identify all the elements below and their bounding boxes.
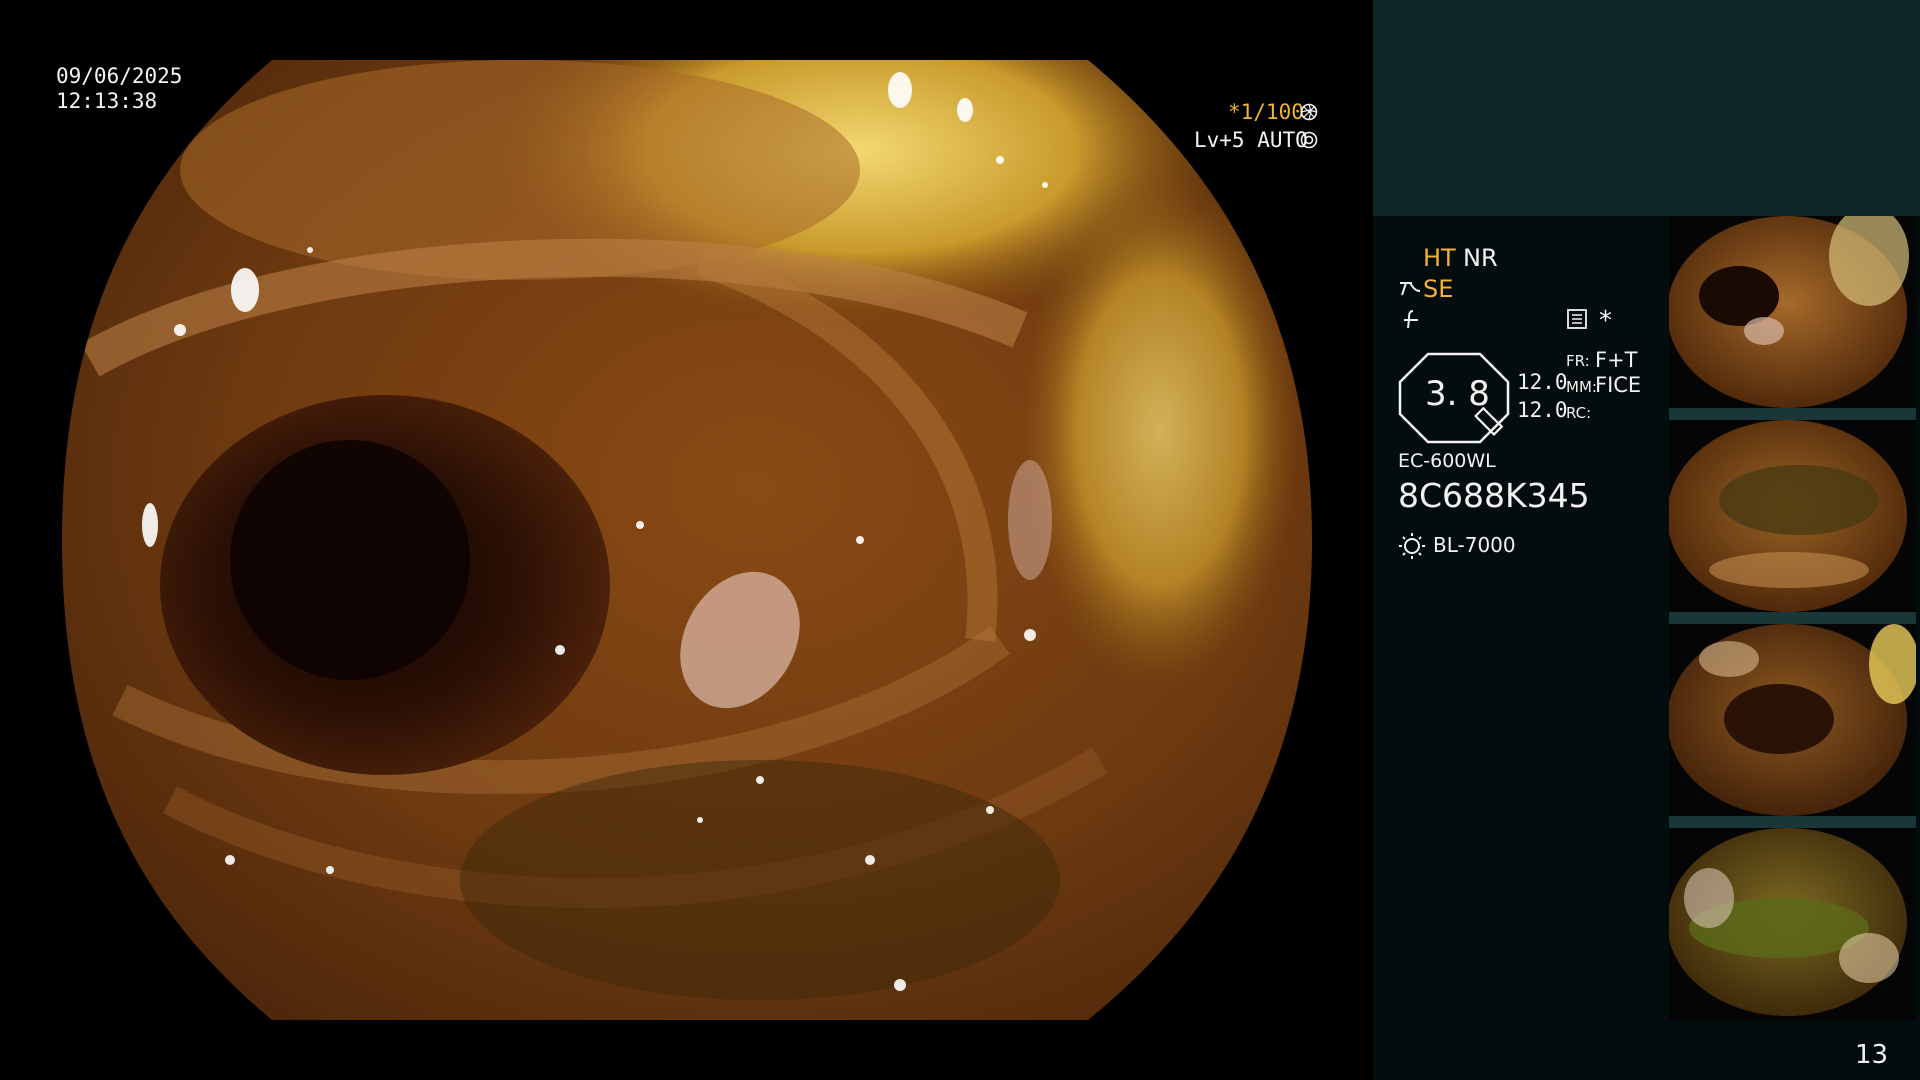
- endoscope-view: 09/06/2025 12:13:38 *1/100 Lv+5 AUTO: [0, 0, 1373, 1080]
- enhance-icon: [1398, 277, 1422, 299]
- light-source-model: BL-7000: [1433, 533, 1516, 557]
- date-readout: 09/06/2025: [56, 64, 183, 88]
- endoscopic-image: [62, 60, 1312, 1020]
- rc-label: RC:: [1566, 404, 1592, 422]
- zoom-value: 3. 8: [1425, 374, 1490, 414]
- panel-header-area: [1373, 0, 1920, 216]
- value-1: 12.0: [1517, 370, 1568, 394]
- iris-icon: [1300, 131, 1318, 149]
- time-readout: 12:13:38: [56, 89, 158, 113]
- fr-label: FR:: [1566, 352, 1590, 370]
- thumbnail-1[interactable]: [1669, 216, 1916, 408]
- contrast-icon: [1400, 308, 1422, 330]
- thumbnail-2[interactable]: [1669, 420, 1916, 612]
- settings-list-icon: [1566, 308, 1588, 330]
- mm-value: FICE: [1595, 373, 1642, 397]
- aperture-icon: [1300, 103, 1318, 121]
- page-number: 13: [1855, 1040, 1889, 1070]
- fr-value: F+T: [1595, 348, 1638, 372]
- scope-model: EC-600WL: [1398, 450, 1496, 472]
- nr-indicator: NR: [1463, 244, 1498, 272]
- thumbnail-4[interactable]: [1669, 828, 1916, 1020]
- value-2: 12.0: [1517, 398, 1568, 422]
- se-indicator: SE: [1423, 275, 1454, 303]
- thumbnail-strip: [1669, 216, 1916, 1020]
- thumbnail-3[interactable]: [1669, 624, 1916, 816]
- level-readout: Lv+5 AUTO: [1194, 128, 1308, 152]
- ht-indicator: HT: [1423, 244, 1456, 272]
- info-panel: HT NR SE * 3. 8 12.0 12.0 FR: F+T MM: FI…: [1373, 0, 1920, 1080]
- mm-label: MM:: [1566, 378, 1597, 396]
- asterisk-indicator: *: [1599, 306, 1612, 336]
- shutter-readout: *1/100: [1228, 100, 1304, 124]
- light-source-icon: [1398, 531, 1426, 559]
- scope-serial: 8C688K345: [1398, 476, 1590, 515]
